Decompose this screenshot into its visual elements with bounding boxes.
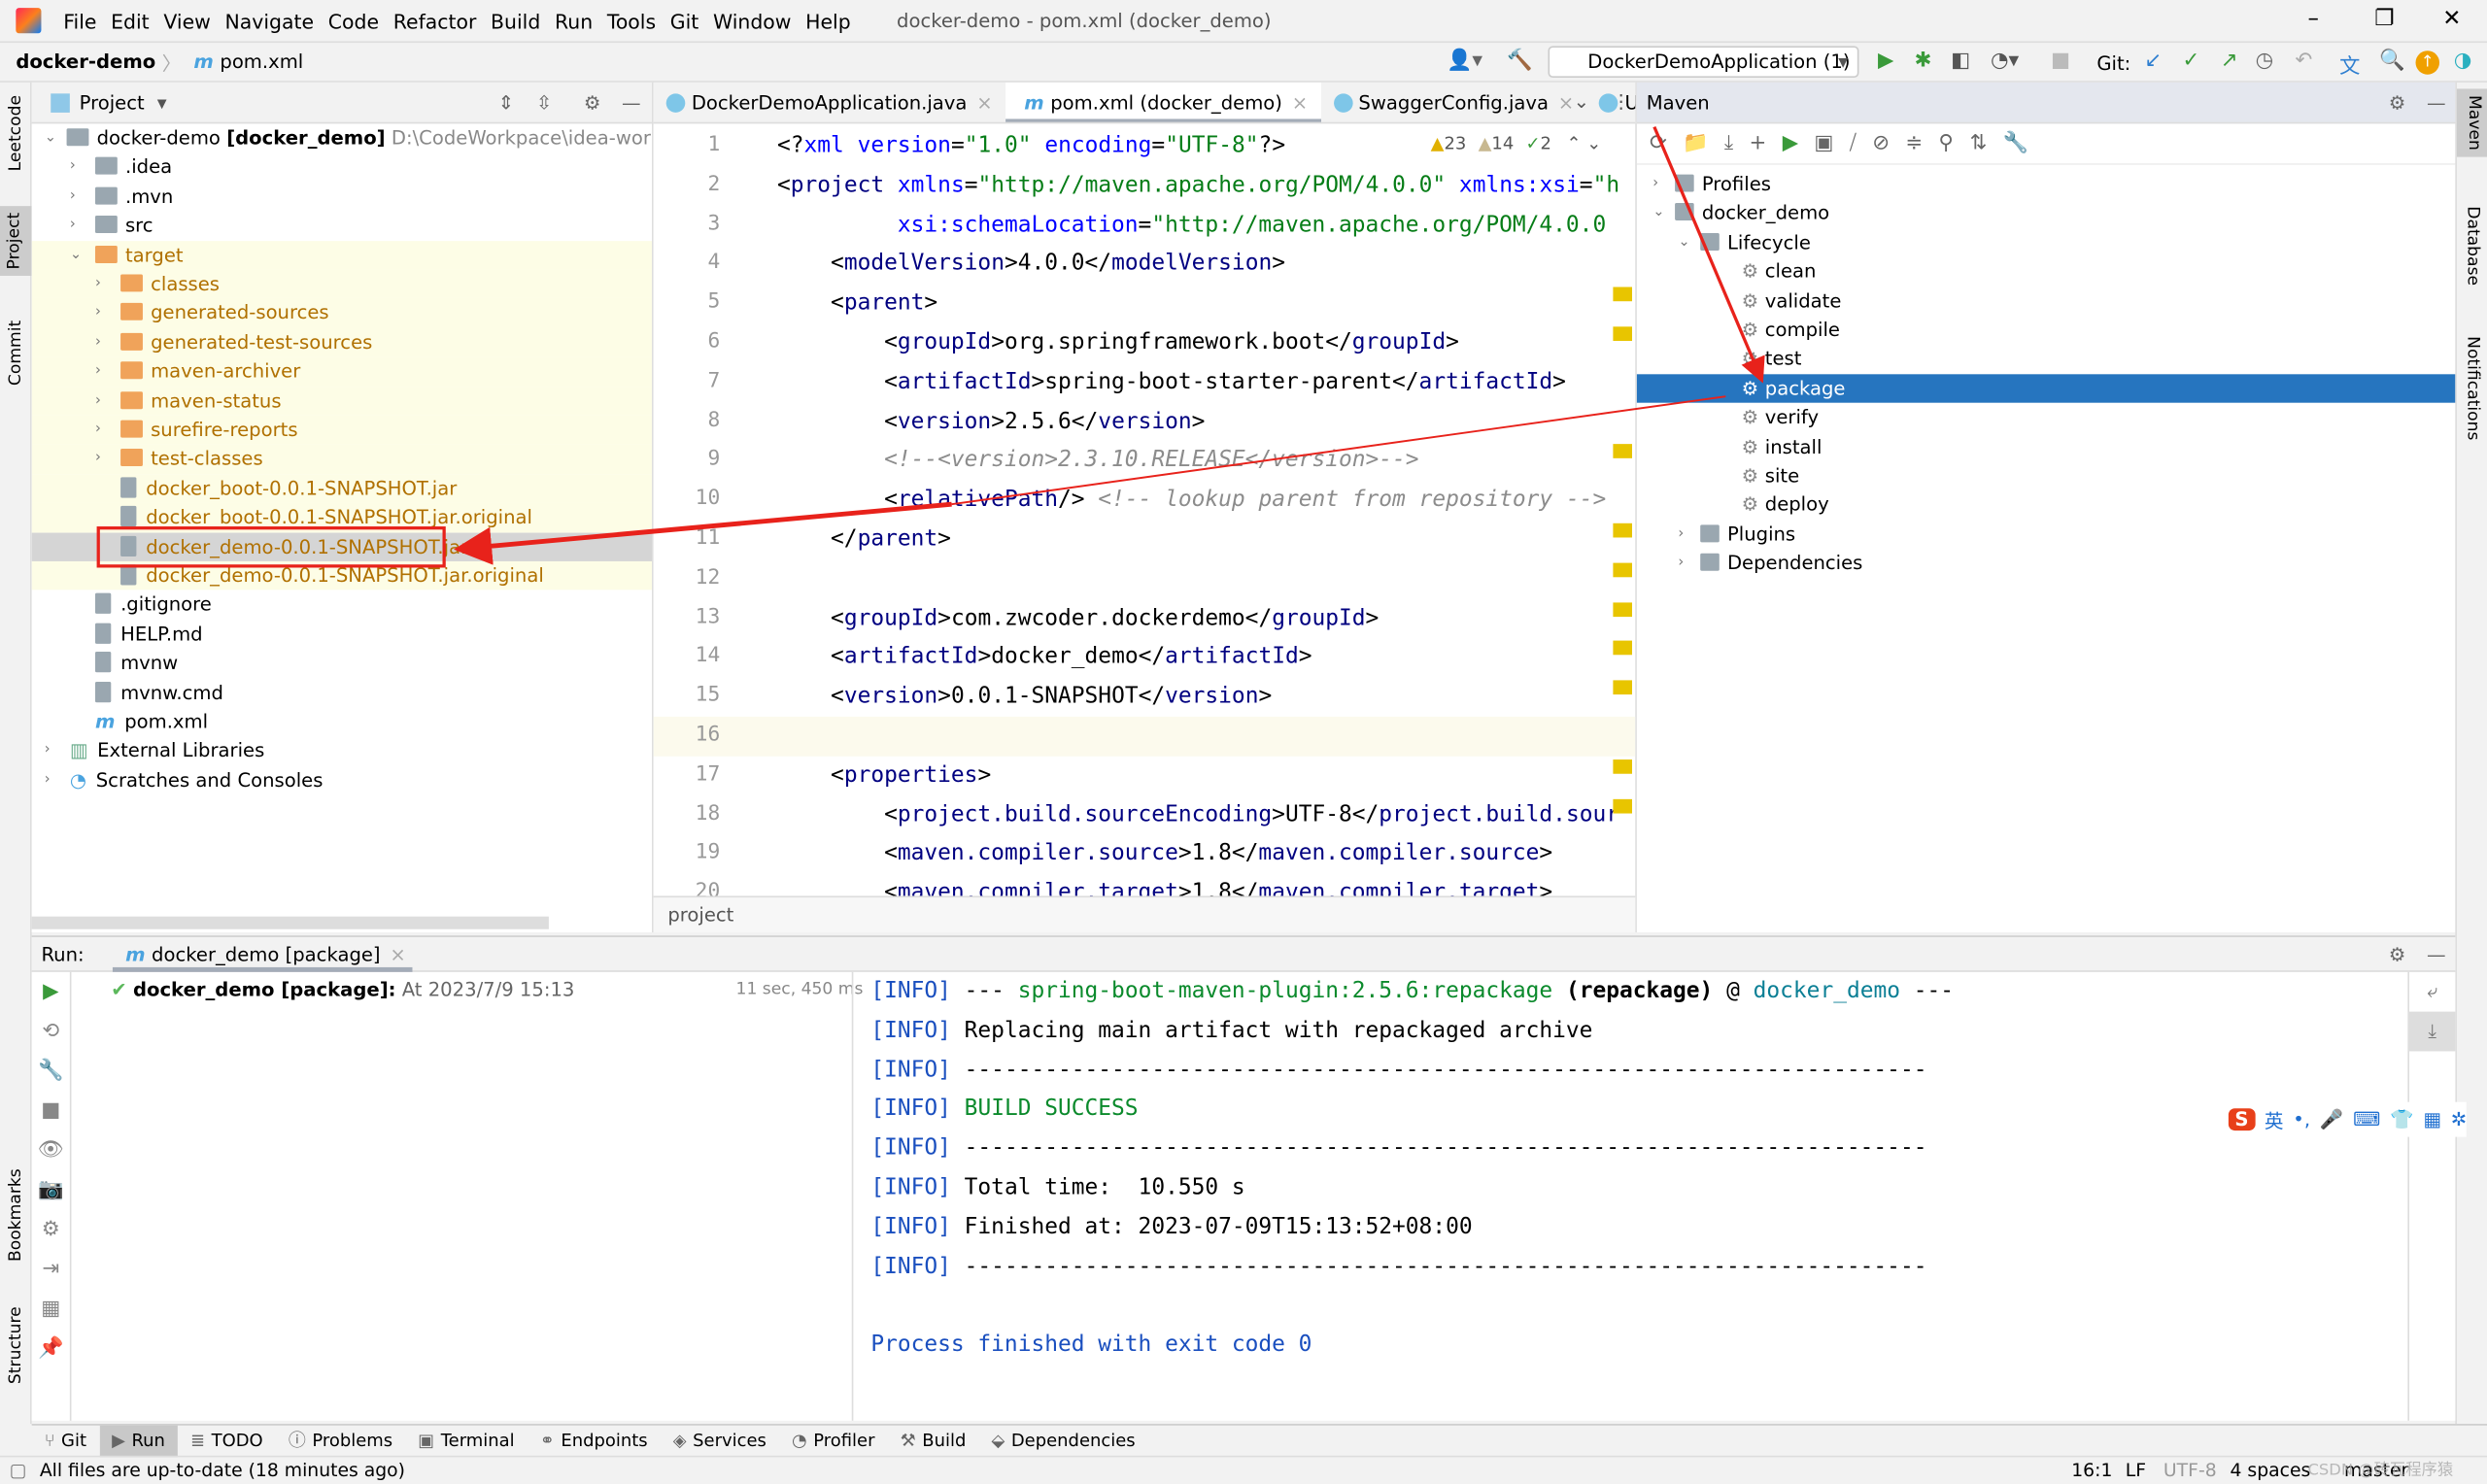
arrow-to-package <box>1652 125 1765 384</box>
highlight-box <box>96 526 446 568</box>
arrow-line <box>951 395 1726 506</box>
annotation-overlay <box>96 125 1765 568</box>
arrow-to-jar <box>453 501 952 565</box>
